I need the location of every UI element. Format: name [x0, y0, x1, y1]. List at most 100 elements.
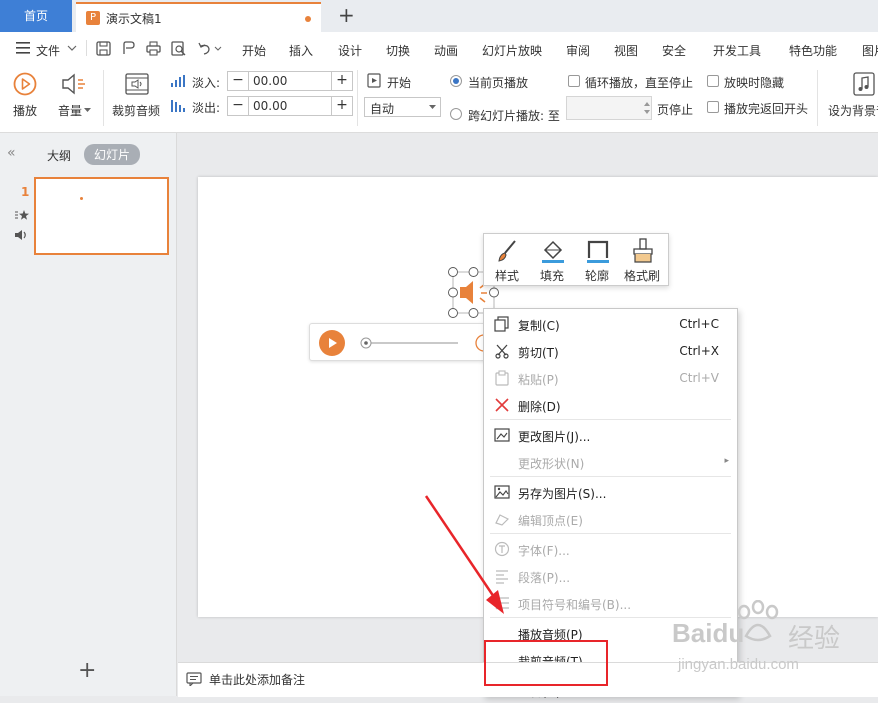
fade-in-value[interactable]: 00.00 — [253, 74, 287, 88]
menu-item-paste[interactable]: 粘贴(P) Ctrl+V — [484, 365, 737, 391]
start-select[interactable]: 自动 — [364, 97, 441, 117]
menu-item-delete[interactable]: 删除(D) — [484, 392, 737, 418]
copy-icon — [494, 316, 509, 332]
volume-button[interactable]: 音量 — [58, 102, 82, 119]
menu-item-change-shape[interactable]: 更改形状(N) ▸ — [484, 449, 737, 475]
style-button[interactable]: 样式 — [484, 234, 530, 286]
style-label: 样式 — [494, 269, 519, 283]
trim-audio-icon[interactable] — [124, 72, 150, 96]
presentation-icon: P — [86, 11, 100, 25]
menu-item-font[interactable]: 字体(F)... — [484, 536, 737, 562]
hamburger-icon[interactable] — [16, 42, 30, 54]
hide-checkbox[interactable] — [707, 75, 719, 87]
menu-developer[interactable]: 开发工具 — [713, 42, 761, 59]
fade-in-stepper[interactable]: − 00.00 + — [227, 71, 353, 91]
print-icon[interactable] — [146, 41, 161, 56]
stepper-arrows-icon[interactable] — [644, 101, 650, 115]
baidu-watermark: Baidu 经验 jingyan.baidu.com — [672, 598, 878, 688]
tab-home[interactable]: 首页 — [0, 0, 72, 32]
document-tab-title: 演示文稿1 — [106, 12, 162, 26]
paste-icon — [495, 370, 509, 386]
hide-label: 放映时隐藏 — [724, 76, 785, 90]
start-select-value: 自动 — [370, 102, 395, 116]
decrement-button[interactable]: − — [228, 72, 249, 90]
menu-label: 段落(P)... — [518, 571, 571, 585]
fill-button[interactable]: 填充 — [529, 234, 575, 286]
play-button[interactable]: 播放 — [13, 102, 37, 119]
menu-picture[interactable]: 图片 — [862, 42, 878, 59]
divider — [357, 70, 358, 126]
tab-document[interactable]: P 演示文稿1 — [76, 2, 321, 32]
start-trigger-icon — [367, 73, 381, 88]
menu-view[interactable]: 视图 — [614, 42, 638, 59]
menu-slideshow[interactable]: 幻灯片放映 — [482, 42, 542, 59]
outline-button[interactable]: 轮廓 — [574, 234, 620, 286]
menu-item-save-as-picture[interactable]: 另存为图片(S)... — [484, 479, 737, 505]
annotation-arrow — [424, 495, 504, 614]
audio-progress-track[interactable] — [363, 342, 458, 344]
chevron-down-icon[interactable] — [214, 46, 222, 52]
menu-label: 另存为图片(S)... — [518, 487, 607, 501]
increment-button[interactable]: + — [331, 72, 352, 90]
ribbon-toolbar: 播放 音量 裁剪音频 淡入: − 00.00 + 淡出: − 00.00 + 开… — [0, 64, 878, 133]
brush-icon — [498, 240, 516, 262]
tab-outline[interactable]: 大纲 — [47, 147, 71, 164]
unsaved-dot-icon — [305, 16, 311, 22]
fade-out-icon — [171, 100, 185, 112]
menu-item-cut[interactable]: 剪切(T) Ctrl+X — [484, 338, 737, 364]
radio-across-slides[interactable] — [450, 108, 462, 120]
menu-design[interactable]: 设计 — [338, 42, 362, 59]
watermark-brand: Baidu — [672, 618, 745, 648]
menu-item-copy[interactable]: 复制(C) Ctrl+C — [484, 311, 737, 337]
chevron-down-icon — [84, 108, 91, 112]
increment-button[interactable]: + — [331, 97, 352, 115]
fade-out-label: 淡出: — [192, 101, 221, 115]
decrement-button[interactable]: − — [228, 97, 249, 115]
file-menu[interactable]: 文件 — [36, 42, 60, 59]
export-icon[interactable] — [121, 41, 136, 56]
radio-current-page[interactable] — [450, 75, 462, 87]
stop-page-stepper[interactable] — [566, 96, 652, 120]
rewind-checkbox[interactable] — [707, 101, 719, 113]
save-icon[interactable] — [96, 41, 111, 56]
sound-icon — [15, 230, 26, 240]
menu-item-paragraph[interactable]: 段落(P)... — [484, 563, 737, 589]
menu-animation[interactable]: 动画 — [434, 42, 458, 59]
notes-icon — [186, 672, 202, 686]
menu-insert[interactable]: 插入 — [289, 42, 313, 59]
menu-item-edit-points[interactable]: 编辑顶点(E) — [484, 506, 737, 532]
menu-label: 剪切(T) — [518, 346, 559, 360]
delete-x-icon — [495, 398, 509, 412]
fade-out-stepper[interactable]: − 00.00 + — [227, 96, 353, 116]
divider — [86, 40, 87, 56]
collapse-panel-button[interactable]: « — [7, 145, 16, 161]
trim-audio-button[interactable]: 裁剪音频 — [112, 102, 160, 119]
menu-security[interactable]: 安全 — [662, 42, 686, 59]
add-slide-button[interactable]: + — [78, 660, 96, 682]
menu-divider — [490, 533, 731, 534]
chevron-down-icon — [67, 45, 77, 51]
slide-thumbnail[interactable] — [34, 177, 169, 255]
audio-marker-icon — [80, 197, 83, 200]
tab-slides[interactable]: 幻灯片 — [84, 144, 141, 165]
audio-progress-thumb[interactable] — [360, 337, 372, 349]
undo-icon[interactable] — [197, 41, 212, 56]
print-preview-icon[interactable] — [171, 41, 186, 56]
play-button-icon[interactable] — [319, 330, 345, 356]
format-painter-button[interactable]: 格式刷 — [619, 234, 665, 286]
menu-shortcut: Ctrl+X — [679, 344, 719, 358]
menu-start[interactable]: 开始 — [242, 42, 266, 59]
loop-checkbox[interactable] — [568, 75, 580, 87]
menu-features[interactable]: 特色功能 — [789, 42, 837, 59]
highlight-box — [484, 640, 608, 686]
fade-out-value[interactable]: 00.00 — [253, 99, 287, 113]
volume-icon[interactable] — [60, 72, 88, 96]
background-music-icon[interactable] — [853, 72, 875, 96]
menu-item-change-picture[interactable]: 更改图片(J)... — [484, 422, 737, 448]
audio-player — [309, 323, 495, 361]
menu-transition[interactable]: 切换 — [386, 42, 410, 59]
menu-review[interactable]: 审阅 — [566, 42, 590, 59]
new-tab-button[interactable]: + — [338, 5, 355, 25]
play-circle-icon[interactable] — [13, 72, 37, 96]
set-background-music-button[interactable]: 设为背景音乐 — [828, 102, 878, 119]
